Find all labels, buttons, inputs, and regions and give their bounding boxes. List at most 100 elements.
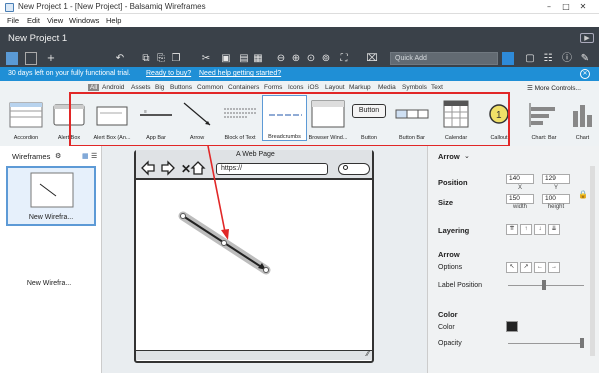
wireframe-thumb-preview — [30, 172, 74, 208]
tab-icons[interactable]: Icons — [288, 84, 304, 91]
project-icon[interactable]: ▢ — [524, 52, 536, 65]
menu-edit[interactable]: Edit — [27, 16, 40, 25]
trial-message: 30 days left on your fully functional tr… — [8, 70, 131, 77]
lib-item-label: Accordion — [13, 135, 39, 141]
opacity-handle[interactable] — [580, 338, 584, 348]
annotation-highlight-box — [69, 92, 510, 147]
lib-item-label: Chart: Bar — [531, 135, 557, 141]
lib-item-accordion[interactable]: Accordion — [4, 95, 48, 141]
info-icon[interactable]: ⓘ — [561, 52, 573, 65]
color-swatch[interactable] — [506, 321, 518, 332]
duplicate-icon[interactable]: ❐ — [170, 52, 182, 65]
menu-view[interactable]: View — [47, 16, 63, 25]
y-field[interactable]: 129 — [542, 174, 570, 184]
wireframe-thumb-1[interactable]: New Wirefra... — [6, 166, 96, 226]
close-icon[interactable]: ✕ — [576, 2, 590, 12]
zoom-out-icon[interactable]: ⊖ — [275, 52, 287, 65]
size-label: Size — [438, 198, 454, 207]
quick-add-input[interactable]: Quick Add — [390, 52, 498, 65]
opacity-slider[interactable] — [508, 343, 584, 344]
tab-containers[interactable]: Containers — [228, 84, 259, 91]
copy-icon[interactable]: ⧉ — [140, 52, 152, 65]
paste-icon[interactable]: ⎘ — [155, 52, 167, 65]
tab-common[interactable]: Common — [197, 84, 223, 91]
tab-big[interactable]: Big — [155, 84, 164, 91]
cut-icon[interactable]: ✂ — [200, 52, 212, 65]
menu-help[interactable]: Help — [106, 16, 121, 25]
delete-icon[interactable]: ⌧ — [366, 52, 378, 65]
menu-windows[interactable]: Windows — [69, 16, 99, 25]
mockup-url-field[interactable]: https:// — [216, 163, 328, 175]
lib-item-chart[interactable]: Chart — [566, 95, 599, 141]
lib-item-label: Chart — [575, 135, 590, 141]
menu-bar: File Edit View Windows Help — [0, 14, 599, 27]
arrow-left-icon[interactable]: ← — [534, 262, 546, 273]
list-icon[interactable]: ☰ — [91, 152, 97, 160]
tab-buttons[interactable]: Buttons — [170, 84, 192, 91]
zoom-fit-icon[interactable]: ⊙ — [305, 52, 317, 65]
grid-view-icon[interactable] — [6, 52, 18, 65]
more-controls-button[interactable]: ☰ More Controls... — [527, 84, 581, 92]
properties-icon[interactable]: ☷ — [542, 52, 554, 65]
tab-android[interactable]: Android — [102, 84, 124, 91]
fullscreen-icon[interactable]: ⛶ — [338, 52, 350, 65]
properties-scrollbar[interactable] — [590, 166, 595, 356]
bring-to-front-icon[interactable]: ⇈ — [506, 224, 518, 235]
tab-forms[interactable]: Forms — [264, 84, 282, 91]
bring-forward-icon[interactable]: ↑ — [520, 224, 532, 235]
size-lock-icon[interactable]: 🔒 — [578, 190, 588, 199]
arrow-curve-icon[interactable]: ↖ — [506, 262, 518, 273]
send-backward-icon[interactable]: ↓ — [534, 224, 546, 235]
help-link[interactable]: Need help getting started? — [199, 70, 281, 77]
wireframe-name: New Wirefra... — [28, 214, 74, 221]
width-field[interactable]: 150 — [506, 194, 534, 204]
height-field[interactable]: 100 — [542, 194, 570, 204]
close-banner-icon[interactable]: ✕ — [580, 69, 590, 79]
arrow-right-icon[interactable]: → — [548, 262, 560, 273]
wireframe-thumb-2[interactable]: New Wirefra... — [6, 230, 96, 290]
notes-icon[interactable]: ✎ — [579, 52, 591, 65]
undo-icon[interactable]: ↶ — [114, 52, 126, 65]
tab-ios[interactable]: iOS — [308, 84, 319, 91]
color-label: Color — [438, 324, 455, 331]
lib-item-chart-bar[interactable]: Chart: Bar — [522, 95, 566, 141]
more-controls-label: More Controls... — [534, 85, 581, 92]
tab-markup[interactable]: Markup — [349, 84, 371, 91]
list-view-icon[interactable] — [25, 52, 37, 65]
zoom-actual-icon[interactable]: ⊚ — [320, 52, 332, 65]
tab-media[interactable]: Media — [378, 84, 396, 91]
tab-symbols[interactable]: Symbols — [402, 84, 427, 91]
tab-text[interactable]: Text — [431, 84, 443, 91]
window-titlebar: New Project 1 - [New Project] - Balsamiq… — [0, 0, 599, 14]
zoom-in-icon[interactable]: ⊕ — [290, 52, 302, 65]
align-icon[interactable]: ▤ — [238, 52, 250, 65]
width-label: width — [512, 204, 527, 210]
slider-handle[interactable] — [542, 280, 546, 290]
group-icon[interactable]: ▣ — [220, 52, 232, 65]
buy-link[interactable]: Ready to buy? — [146, 70, 191, 77]
x-label: X — [517, 185, 522, 191]
wireframe-name: New Wirefra... — [26, 280, 72, 287]
chevron-down-icon[interactable]: ⌄ — [464, 152, 470, 160]
mockup-search-field[interactable] — [338, 163, 370, 175]
tab-all[interactable]: All — [88, 84, 100, 91]
svg-text:✕: ✕ — [181, 162, 191, 176]
add-wireframe-icon[interactable]: ⚙ — [55, 152, 61, 160]
wireframes-header: Wireframes ⚙ ▦ ☰ — [0, 150, 102, 163]
minimize-icon[interactable]: – — [542, 2, 556, 12]
mockup-browser-window[interactable] — [134, 150, 374, 363]
lock-icon[interactable]: ▦ — [252, 52, 264, 65]
maximize-icon[interactable]: □ — [559, 2, 573, 12]
label-position-slider[interactable] — [508, 285, 584, 286]
x-field[interactable]: 140 — [506, 174, 534, 184]
tab-assets[interactable]: Assets — [131, 84, 151, 91]
tab-layout[interactable]: Layout — [325, 84, 345, 91]
send-to-back-icon[interactable]: ⇊ — [548, 224, 560, 235]
menu-file[interactable]: File — [7, 16, 19, 25]
arrow-straight-icon[interactable]: ↗ — [520, 262, 532, 273]
add-icon[interactable]: + — [44, 52, 58, 65]
grid-icon[interactable]: ▦ — [82, 152, 89, 160]
toggle-panel-icon[interactable]: ▶ — [580, 33, 594, 43]
opacity-label: Opacity — [438, 340, 462, 347]
ui-library-icon[interactable] — [502, 52, 514, 65]
